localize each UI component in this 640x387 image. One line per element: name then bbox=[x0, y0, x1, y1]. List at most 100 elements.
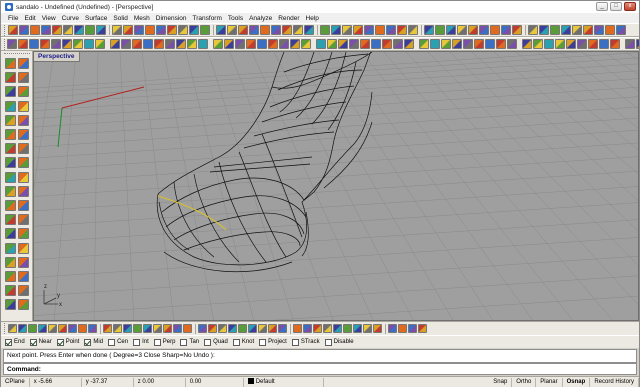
toolbar-tool-icon[interactable] bbox=[363, 324, 372, 333]
toolbar-tool-icon[interactable] bbox=[218, 324, 227, 333]
toolbar-tool-icon[interactable] bbox=[419, 39, 429, 49]
main-tool-icon[interactable] bbox=[5, 72, 16, 84]
toolbar-tool-icon[interactable] bbox=[216, 25, 226, 35]
toolbar-tool-icon[interactable] bbox=[96, 25, 106, 35]
toolbar-tool-icon[interactable] bbox=[123, 324, 132, 333]
toolbar-tool-icon[interactable] bbox=[566, 39, 576, 49]
toolbar-tool-icon[interactable] bbox=[301, 39, 311, 49]
toolbar-grip[interactable] bbox=[4, 24, 6, 36]
status-toggle-ortho[interactable]: Ortho bbox=[512, 377, 537, 387]
toolbar-tool-icon[interactable] bbox=[404, 39, 414, 49]
menu-dimension[interactable]: Dimension bbox=[153, 15, 190, 22]
toolbar-tool-icon[interactable] bbox=[183, 324, 192, 333]
osnap-option-disable[interactable]: Disable bbox=[324, 338, 354, 346]
main-tool-icon[interactable] bbox=[5, 157, 16, 169]
toolbar-tool-icon[interactable] bbox=[479, 25, 489, 35]
menu-file[interactable]: File bbox=[5, 15, 21, 22]
osnap-option-strack[interactable]: STrack bbox=[291, 338, 320, 346]
toolbar-tool-icon[interactable] bbox=[485, 39, 495, 49]
toolbar-tool-icon[interactable] bbox=[74, 25, 84, 35]
toolbar-tool-icon[interactable] bbox=[364, 25, 374, 35]
maximize-button[interactable]: □ bbox=[610, 2, 622, 11]
toolbar-tool-icon[interactable] bbox=[271, 25, 281, 35]
toolbar-tool-icon[interactable] bbox=[435, 25, 445, 35]
toolbar-tool-icon[interactable] bbox=[235, 39, 245, 49]
toolbar-tool-icon[interactable] bbox=[200, 25, 210, 35]
osnap-checkbox[interactable] bbox=[108, 338, 116, 346]
osnap-checkbox[interactable] bbox=[259, 338, 267, 346]
osnap-option-end[interactable]: End bbox=[5, 338, 25, 346]
main-tool-icon[interactable] bbox=[18, 200, 29, 211]
toolbar-tool-icon[interactable] bbox=[85, 25, 95, 35]
toolbar-tool-icon[interactable] bbox=[143, 324, 152, 333]
main-tool-icon[interactable] bbox=[18, 242, 29, 254]
toolbar-tool-icon[interactable] bbox=[457, 25, 467, 35]
toolbar-tool-icon[interactable] bbox=[52, 25, 62, 35]
toolbar-tool-icon[interactable] bbox=[343, 324, 352, 333]
toolbar-tool-icon[interactable] bbox=[51, 39, 61, 49]
toolbar-tool-icon[interactable] bbox=[238, 324, 247, 333]
toolbar-tool-icon[interactable] bbox=[198, 324, 207, 333]
main-tool-icon[interactable] bbox=[5, 129, 16, 140]
main-tool-icon[interactable] bbox=[18, 100, 29, 112]
toolbar-tool-icon[interactable] bbox=[7, 39, 17, 49]
toolbar-tool-icon[interactable] bbox=[327, 39, 337, 49]
toolbar-tool-icon[interactable] bbox=[143, 39, 153, 49]
main-tool-icon[interactable] bbox=[5, 185, 16, 197]
toolbar-tool-icon[interactable] bbox=[78, 324, 87, 333]
toolbar-tool-icon[interactable] bbox=[113, 324, 122, 333]
osnap-checkbox[interactable] bbox=[204, 338, 212, 346]
main-tool-icon[interactable] bbox=[5, 114, 16, 126]
menu-view[interactable]: View bbox=[39, 15, 59, 22]
menu-tools[interactable]: Tools bbox=[225, 15, 246, 22]
toolbar-tool-icon[interactable] bbox=[167, 25, 177, 35]
toolbar-tool-icon[interactable] bbox=[224, 39, 234, 49]
osnap-checkbox[interactable] bbox=[29, 338, 37, 346]
menu-solid[interactable]: Solid bbox=[110, 15, 130, 22]
toolbar-tool-icon[interactable] bbox=[227, 25, 237, 35]
osnap-checkbox[interactable] bbox=[133, 338, 141, 346]
menu-render[interactable]: Render bbox=[275, 15, 302, 22]
menu-curve[interactable]: Curve bbox=[59, 15, 82, 22]
toolbar-tool-icon[interactable] bbox=[353, 25, 363, 35]
command-input[interactable] bbox=[42, 365, 633, 373]
toolbar-tool-icon[interactable] bbox=[103, 324, 112, 333]
toolbar-tool-icon[interactable] bbox=[258, 324, 267, 333]
toolbar-tool-icon[interactable] bbox=[424, 25, 434, 35]
toolbar-tool-icon[interactable] bbox=[636, 39, 639, 49]
main-tool-icon[interactable] bbox=[5, 285, 16, 297]
main-tool-icon[interactable] bbox=[18, 72, 29, 84]
toolbar-tool-icon[interactable] bbox=[278, 324, 287, 333]
toolbar-tool-icon[interactable] bbox=[539, 25, 549, 35]
toolbar-tool-icon[interactable] bbox=[463, 39, 473, 49]
toolbar-tool-icon[interactable] bbox=[154, 39, 164, 49]
toolbar-tool-icon[interactable] bbox=[208, 324, 217, 333]
toolbar-tool-icon[interactable] bbox=[18, 39, 28, 49]
main-tool-icon[interactable] bbox=[18, 143, 29, 155]
main-tool-icon[interactable] bbox=[5, 200, 16, 211]
toolbar-grip[interactable] bbox=[4, 38, 5, 50]
toolbar-tool-icon[interactable] bbox=[397, 25, 407, 35]
osnap-option-point[interactable]: Point bbox=[56, 338, 79, 346]
toolbar-tool-icon[interactable] bbox=[577, 39, 587, 49]
main-tool-icon[interactable] bbox=[5, 242, 16, 254]
main-tool-icon[interactable] bbox=[5, 171, 16, 183]
toolbar-tool-icon[interactable] bbox=[121, 39, 131, 49]
toolbar-tool-icon[interactable] bbox=[153, 324, 162, 333]
toolbar-tool-icon[interactable] bbox=[73, 39, 83, 49]
toolbar-tool-icon[interactable] bbox=[18, 324, 27, 333]
toolbar-tool-icon[interactable] bbox=[490, 25, 500, 35]
toolbar-tool-icon[interactable] bbox=[474, 39, 484, 49]
toolbar-tool-icon[interactable] bbox=[468, 25, 478, 35]
toolbar-tool-icon[interactable] bbox=[375, 25, 385, 35]
toolbar-tool-icon[interactable] bbox=[512, 25, 522, 35]
toolbar-tool-icon[interactable] bbox=[408, 324, 417, 333]
toolbar-tool-icon[interactable] bbox=[349, 39, 359, 49]
toolbar-tool-icon[interactable] bbox=[173, 324, 182, 333]
toolbar-tool-icon[interactable] bbox=[145, 25, 155, 35]
main-tool-icon[interactable] bbox=[5, 143, 16, 155]
osnap-checkbox[interactable] bbox=[5, 338, 12, 346]
toolbar-tool-icon[interactable] bbox=[8, 25, 18, 35]
osnap-checkbox[interactable] bbox=[324, 338, 332, 346]
toolbar-tool-icon[interactable] bbox=[446, 25, 456, 35]
